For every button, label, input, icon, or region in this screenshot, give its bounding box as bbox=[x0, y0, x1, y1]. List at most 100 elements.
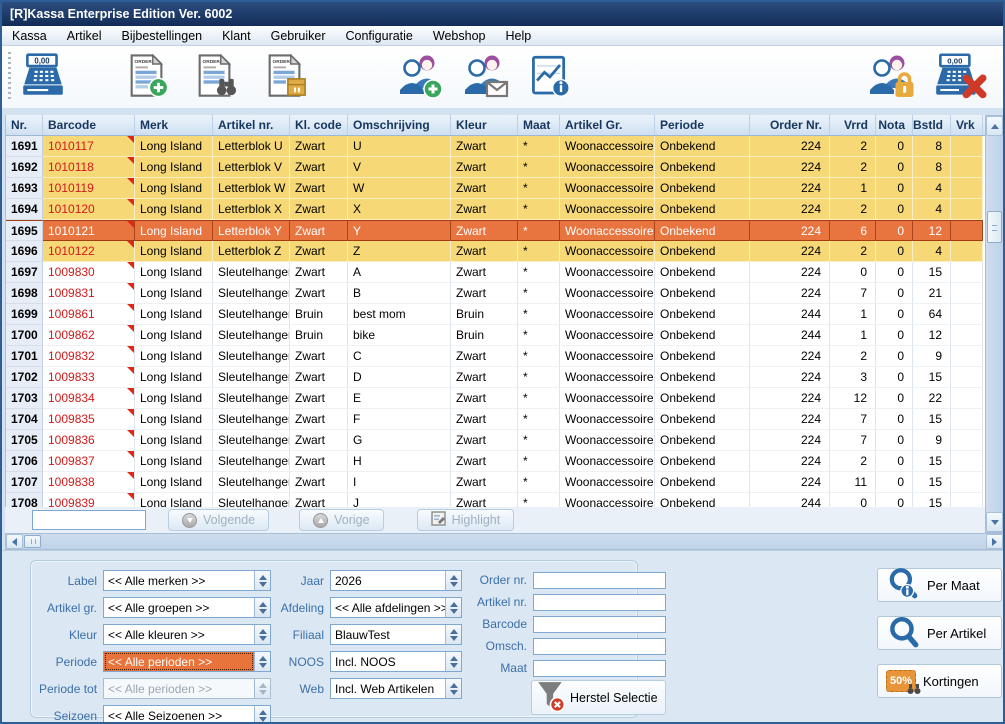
previous-button[interactable]: Vorige bbox=[299, 509, 383, 531]
table-row[interactable]: 17021009833Long IslandSleutelhanger DZwa… bbox=[6, 367, 985, 388]
scroll-down-button[interactable] bbox=[986, 512, 1003, 532]
order-add-button[interactable]: ORDER bbox=[122, 51, 172, 104]
table-row[interactable]: 16911010117Long IslandLetterblok UZwartU… bbox=[6, 136, 985, 157]
column-header-nr[interactable]: Nr. bbox=[6, 115, 43, 135]
search-input[interactable] bbox=[32, 510, 146, 530]
filter-kleur-spinner[interactable]: << Alle kleuren >> bbox=[103, 624, 271, 645]
table-row[interactable]: 17001009862Long IslandSleutelhangerBruin… bbox=[6, 325, 985, 346]
kortingen-button[interactable]: 50% Kortingen bbox=[877, 664, 1002, 698]
order-stock-button[interactable]: ORDER bbox=[260, 51, 310, 104]
scroll-left-button[interactable] bbox=[6, 534, 23, 549]
filter-jaar-spinner[interactable]: 2026 bbox=[330, 570, 462, 591]
column-header-barcode[interactable]: Barcode bbox=[43, 115, 135, 135]
table-row[interactable]: 17071009838Long IslandSleutelhanger IZwa… bbox=[6, 472, 985, 493]
customer-add-button[interactable] bbox=[394, 51, 446, 104]
filter-afdeling-spinner[interactable]: << Alle afdelingen >> bbox=[330, 597, 462, 618]
toolbar-grip[interactable] bbox=[8, 52, 11, 102]
statistics-button[interactable] bbox=[525, 51, 573, 104]
table-row[interactable]: 16951010121Long IslandLetterblok YZwartY… bbox=[6, 220, 985, 241]
horizontal-scrollbar[interactable] bbox=[5, 533, 1004, 550]
highlight-button[interactable]: Highlight bbox=[417, 509, 515, 531]
table-row[interactable]: 17081009839Long IslandSleutelhanger JZwa… bbox=[6, 493, 985, 507]
user-lock-button[interactable] bbox=[863, 51, 917, 104]
per-maat-button[interactable]: Per Maat bbox=[877, 568, 1002, 602]
table-row[interactable]: 17061009837Long IslandSleutelhanger HZwa… bbox=[6, 451, 985, 472]
table-row[interactable]: 17051009836Long IslandSleutelhanger GZwa… bbox=[6, 430, 985, 451]
filter-periode-stepper[interactable] bbox=[254, 652, 270, 671]
filter-noos-spinner[interactable]: Incl. NOOS bbox=[330, 651, 462, 672]
per-artikel-button[interactable]: Per Artikel bbox=[877, 616, 1002, 650]
filter-web-stepper[interactable] bbox=[445, 679, 461, 698]
table-row[interactable]: 17031009834Long IslandSleutelhanger EZwa… bbox=[6, 388, 985, 409]
table-row[interactable]: 16921010118Long IslandLetterblok VZwartV… bbox=[6, 157, 985, 178]
filter-maat-input[interactable] bbox=[533, 660, 666, 677]
filter-artikel-gr-stepper[interactable] bbox=[254, 598, 270, 617]
table-row[interactable]: 16931010119Long IslandLetterblok WZwartW… bbox=[6, 178, 985, 199]
table-row[interactable]: 16971009830Long IslandSleutelhanger AZwa… bbox=[6, 262, 985, 283]
column-header-maat[interactable]: Maat bbox=[518, 115, 560, 135]
register-close-button[interactable]: 0,00 bbox=[929, 51, 989, 104]
menu-klant[interactable]: Klant bbox=[212, 27, 261, 45]
menu-artikel[interactable]: Artikel bbox=[57, 27, 112, 45]
filter-kleur-stepper[interactable] bbox=[254, 625, 270, 644]
menu-kassa[interactable]: Kassa bbox=[2, 27, 57, 45]
filter-artikel-gr-spinner[interactable]: << Alle groepen >> bbox=[103, 597, 271, 618]
table-row[interactable]: 17041009835Long IslandSleutelhanger FZwa… bbox=[6, 409, 985, 430]
table-row[interactable]: 17011009832Long IslandSleutelhanger CZwa… bbox=[6, 346, 985, 367]
filter-periode-tot-spinner[interactable]: << Alle perioden >> bbox=[103, 678, 271, 699]
next-button[interactable]: Volgende bbox=[168, 509, 269, 531]
table-row[interactable]: 16961010122Long IslandLetterblok ZZwartZ… bbox=[6, 241, 985, 262]
filter-seizoen-spinner[interactable]: << Alle Seizoenen >> bbox=[103, 705, 271, 724]
column-header-vrrd[interactable]: Vrrd bbox=[830, 115, 876, 135]
filter-afdeling-stepper[interactable] bbox=[445, 598, 461, 617]
filter-filiaal-spinner[interactable]: BlauwTest bbox=[330, 624, 462, 645]
table-row[interactable]: 16991009861Long IslandSleutelhangerBruin… bbox=[6, 304, 985, 325]
artikel-nr-cell: Sleutelhanger bbox=[213, 325, 290, 346]
column-header-kl-code[interactable]: Kl. code bbox=[290, 115, 348, 135]
column-header-merk[interactable]: Merk bbox=[135, 115, 213, 135]
filter-omsch-input[interactable] bbox=[533, 638, 666, 655]
order-search-button[interactable]: ORDER bbox=[190, 51, 240, 104]
filter-noos-stepper[interactable] bbox=[445, 652, 461, 671]
column-header-nota[interactable]: Nota bbox=[876, 115, 913, 135]
column-header-periode[interactable]: Periode bbox=[655, 115, 750, 135]
filter-barcode-input[interactable] bbox=[533, 616, 666, 633]
horizontal-scroll-thumb[interactable] bbox=[24, 535, 41, 548]
vertical-scrollbar[interactable] bbox=[985, 115, 1004, 533]
column-header-kleur[interactable]: Kleur bbox=[451, 115, 518, 135]
filter-label-spinner[interactable]: << Alle merken >> bbox=[103, 570, 271, 591]
menu-gebruiker[interactable]: Gebruiker bbox=[261, 27, 336, 45]
scroll-right-button[interactable] bbox=[986, 534, 1003, 549]
filter-seizoen-stepper[interactable] bbox=[254, 706, 270, 724]
column-header-artikel-gr[interactable]: Artikel Gr. bbox=[560, 115, 655, 135]
menu-webshop[interactable]: Webshop bbox=[423, 27, 496, 45]
filter-filiaal-stepper[interactable] bbox=[445, 625, 461, 644]
kassa-register-button[interactable]: 0,00 bbox=[16, 51, 70, 104]
menu-bijbestellingen[interactable]: Bijbestellingen bbox=[111, 27, 212, 45]
column-header-artikel-nr[interactable]: Artikel nr. bbox=[213, 115, 290, 135]
scroll-up-button[interactable] bbox=[986, 116, 1003, 136]
column-header-vrk[interactable]: Vrk bbox=[951, 115, 983, 135]
reset-selection-button[interactable]: Herstel Selectie bbox=[531, 680, 666, 715]
filter-label-stepper[interactable] bbox=[254, 571, 270, 590]
kleur-cell: Zwart bbox=[451, 451, 518, 472]
filter-periode-tot-stepper[interactable] bbox=[254, 679, 270, 698]
table-row[interactable]: 16981009831Long IslandSleutelhanger BZwa… bbox=[6, 283, 985, 304]
vertical-scroll-thumb[interactable] bbox=[987, 211, 1002, 243]
filter-order-nr-input[interactable] bbox=[533, 572, 666, 589]
filter-jaar-stepper[interactable] bbox=[445, 571, 461, 590]
customer-mail-button[interactable] bbox=[459, 51, 511, 104]
column-header-order-nr[interactable]: Order Nr. bbox=[750, 115, 830, 135]
filter-periode-spinner[interactable]: << Alle perioden >> bbox=[103, 651, 271, 672]
column-header-bstld[interactable]: Bstld bbox=[913, 115, 951, 135]
table-row[interactable]: 16941010120Long IslandLetterblok XZwartX… bbox=[6, 199, 985, 220]
merk-cell: Long Island bbox=[135, 199, 213, 220]
barcode-cell: 1009862 bbox=[43, 325, 135, 346]
filter-maat-label: Maat bbox=[467, 661, 527, 675]
menu-help[interactable]: Help bbox=[495, 27, 541, 45]
note-marker-icon bbox=[127, 283, 134, 290]
filter-artikel-nr-input[interactable] bbox=[533, 594, 666, 611]
filter-web-spinner[interactable]: Incl. Web Artikelen bbox=[330, 678, 462, 699]
column-header-omschrijving[interactable]: Omschrijving bbox=[348, 115, 451, 135]
menu-configuratie[interactable]: Configuratie bbox=[335, 27, 422, 45]
